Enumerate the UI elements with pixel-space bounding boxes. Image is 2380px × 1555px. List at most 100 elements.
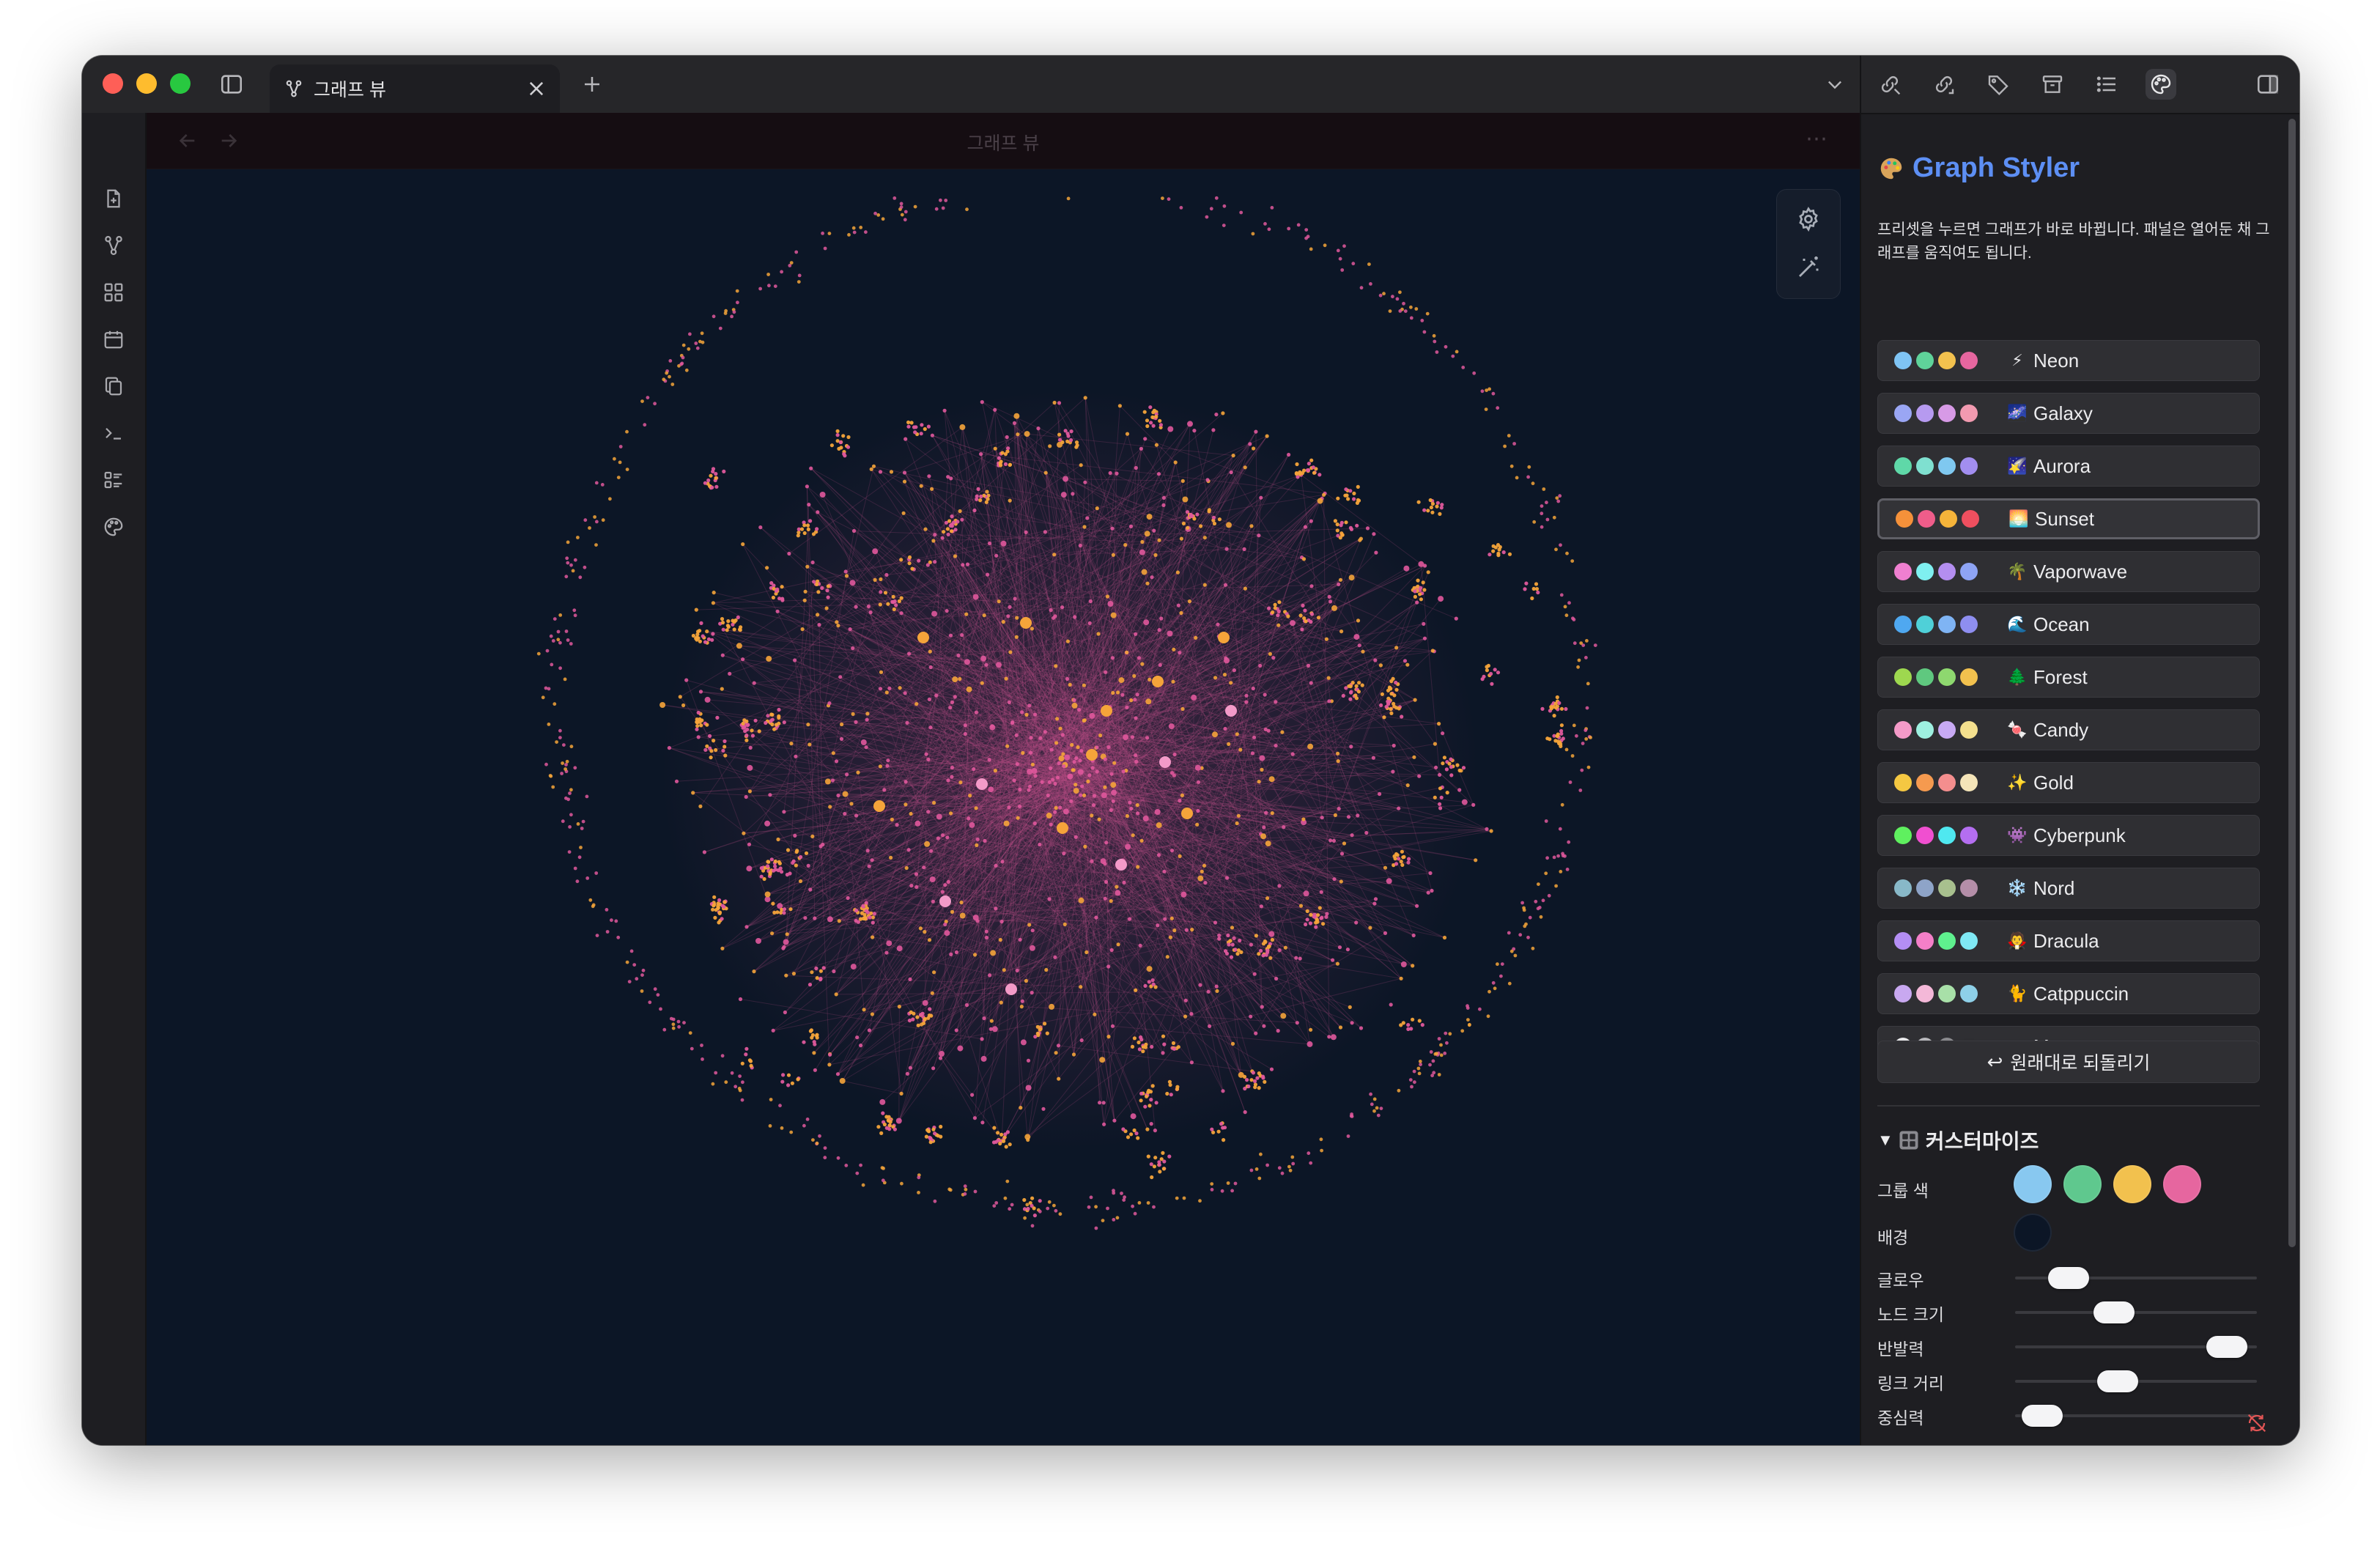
color-dot [1916,457,1934,475]
color-dot [1938,352,1956,369]
preset-color-dots [1894,879,2003,897]
preset-catppuccin[interactable]: 🐈 Catppuccin [1877,973,2260,1014]
minimize-window-button[interactable] [136,73,157,94]
preset-ocean[interactable]: 🌊 Ocean [1877,604,2260,645]
preset-color-dots [1894,668,2003,686]
view-header: 그래프 뷰 ⋯ [147,113,1860,169]
color-dot [1916,563,1934,580]
group-color-swatch[interactable] [2163,1165,2201,1203]
zoom-window-button[interactable] [170,73,191,94]
canvas-grid-icon[interactable] [101,280,126,305]
graph-settings-gear-icon[interactable] [1795,206,1822,232]
list-checks-icon[interactable] [101,468,126,492]
slider-thumb[interactable] [2047,1267,2089,1289]
archive-icon[interactable] [2037,69,2068,100]
preset-label: Galaxy [2033,402,2093,424]
slider-thumb[interactable] [2206,1336,2247,1358]
graph-view-icon[interactable] [101,233,126,258]
right-sidebar-toolbar [1861,56,2299,114]
preset-vaporwave[interactable]: 🌴 Vaporwave [1877,551,2260,592]
sidebar-scrollbar[interactable] [2286,119,2296,1262]
graph-view[interactable]: 그래프 뷰 ⋯ [147,113,1860,1445]
preset-color-dots [1894,405,2003,422]
preset-emoji-icon: 🌲 [2007,668,2028,686]
slider-thumb[interactable] [2097,1370,2138,1392]
preset-forest[interactable]: 🌲 Forest [1877,657,2260,698]
new-note-icon[interactable] [101,186,126,211]
slider-label: 링크 거리 [1877,1374,1945,1393]
tab-graph-view[interactable]: 그래프 뷰 [270,64,560,113]
control-knobs-icon [1898,1129,1920,1151]
group-color-swatch[interactable] [2113,1165,2151,1203]
preset-sunset[interactable]: 🌅 Sunset [1877,498,2260,539]
panel-title: Graph Styler [1877,152,2080,184]
graph-canvas[interactable] [147,169,1860,1445]
preset-color-dots [1894,774,2003,791]
preset-label: Sunset [2035,507,2094,530]
color-dot [1962,510,1979,528]
color-dot [1938,932,1956,950]
color-dot [1894,352,1912,369]
preset-candy[interactable]: 🍬 Candy [1877,709,2260,750]
tags-icon[interactable] [1983,69,2014,100]
terminal-icon[interactable] [101,421,126,446]
slider-label: 중심력 [1877,1408,1924,1427]
color-dot [1916,668,1934,686]
color-dot [1938,721,1956,739]
customize-section-header[interactable]: ▼ 커스터마이즈 [1877,1126,2039,1155]
slider-thumb[interactable] [2093,1301,2135,1323]
color-dot [1960,405,1978,422]
sidebar-scrollbar-thumb[interactable] [2288,119,2296,1247]
preset-emoji-icon: 🌌 [2007,404,2028,422]
preset-galaxy[interactable]: 🌌 Galaxy [1877,393,2260,434]
color-dot [1894,721,1912,739]
background-color-swatch[interactable] [2014,1214,2052,1252]
outline-list-icon[interactable] [2091,69,2122,100]
preset-emoji-icon: 🧛 [2007,931,2028,950]
preset-emoji-icon: 👾 [2007,826,2028,844]
sidebar-toggle-icon[interactable] [217,70,246,99]
magic-wand-icon[interactable] [1795,254,1822,281]
tab-list-chevron-icon[interactable] [1820,70,1849,99]
color-dot [1916,352,1934,369]
color-dot [1916,879,1934,897]
copy-files-icon[interactable] [101,374,126,399]
sync-off-icon[interactable] [2242,1408,2272,1438]
group-color-swatch[interactable] [2014,1165,2052,1203]
palette-emoji-icon [1877,155,1905,182]
new-tab-icon[interactable] [577,70,607,99]
preset-nord[interactable]: ❄️ Nord [1877,868,2260,909]
close-window-button[interactable] [103,73,123,94]
preset-color-dots [1894,932,2003,950]
backlinks-icon[interactable] [1874,69,1905,100]
calendar-icon[interactable] [101,327,126,352]
app-window: 그래프 뷰 그래프 뷰 ⋯ Graph Styler 프리셋을 누르면 그래프가… [82,56,2299,1445]
group-color-swatch[interactable] [2063,1165,2102,1203]
more-options-icon[interactable]: ⋯ [1806,126,1829,152]
preset-label: Vaporwave [2033,560,2128,583]
preset-cyberpunk[interactable]: 👾 Cyberpunk [1877,815,2260,856]
preset-gold[interactable]: ✨ Gold [1877,762,2260,803]
preset-neon[interactable]: ⚡ Neon [1877,340,2260,381]
color-dot [1894,457,1912,475]
preset-aurora[interactable]: 🌠 Aurora [1877,446,2260,487]
slider-track[interactable] [2015,1311,2257,1314]
preset-label: Candy [2033,718,2089,741]
preset-emoji-icon: 🌴 [2007,562,2028,580]
graph-controls [1776,189,1841,299]
color-dot [1916,721,1934,739]
preset-label: Forest [2033,665,2088,688]
preset-dracula[interactable]: 🧛 Dracula [1877,920,2260,961]
color-dot [1894,563,1912,580]
tab-label: 그래프 뷰 [314,80,386,100]
graph-styler-palette-icon[interactable] [2146,69,2176,100]
palette-icon[interactable] [101,514,126,539]
section-divider [1877,1105,2260,1107]
right-sidebar-toggle-icon[interactable] [2252,69,2283,100]
close-tab-icon[interactable] [526,78,547,99]
outgoing-links-icon[interactable] [1929,69,1959,100]
collapse-triangle-icon: ▼ [1877,1131,1893,1149]
reset-button[interactable]: ↩ 원래대로 되돌리기 [1877,1041,2260,1083]
preset-label: Ocean [2033,613,2090,635]
slider-thumb[interactable] [2022,1405,2063,1427]
